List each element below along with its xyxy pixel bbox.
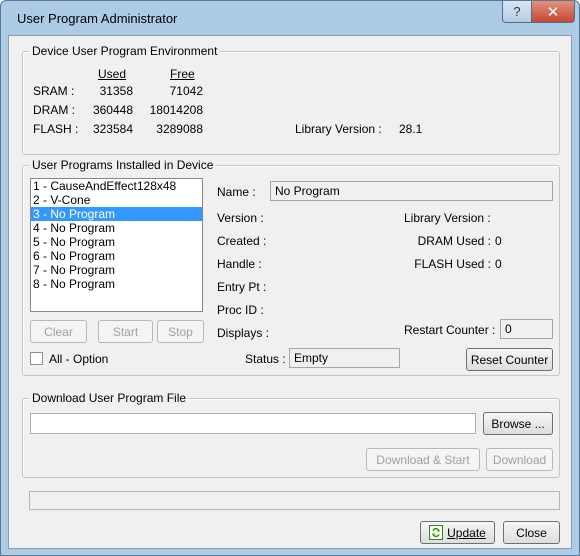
update-button[interactable]: Update: [420, 521, 495, 544]
reset-counter-button[interactable]: Reset Counter: [466, 348, 553, 371]
env-library-version-value: 28.1: [399, 122, 423, 136]
download-legend: Download User Program File: [29, 391, 190, 405]
program-library-version-label: Library Version :: [404, 211, 491, 225]
flash-label: FLASH :: [33, 122, 79, 136]
program-list-item[interactable]: 8 - No Program: [31, 277, 202, 291]
file-path-input[interactable]: [30, 413, 476, 434]
flash-used-value: 323584: [92, 122, 133, 136]
flash-used-label: FLASH Used :: [414, 257, 491, 271]
dialog-client-area: Device User Program Environment Used Fre…: [8, 35, 572, 549]
stop-button[interactable]: Stop: [157, 320, 204, 343]
dialog-window: User Program Administrator ? ✕ Device Us…: [0, 0, 580, 556]
clear-button[interactable]: Clear: [30, 320, 87, 343]
update-refresh-icon: [429, 525, 444, 540]
download-group: Download User Program File Browse ... Do…: [22, 391, 560, 478]
sram-used-value: 31358: [99, 84, 133, 98]
all-option-label: All - Option: [49, 352, 109, 366]
close-icon: ✕: [546, 3, 560, 21]
help-icon: ?: [513, 4, 521, 19]
program-list-item[interactable]: 2 - V-Cone: [31, 193, 202, 207]
env-library-version-label: Library Version :: [295, 122, 382, 136]
window-title: User Program Administrator: [17, 11, 178, 26]
dram-label: DRAM :: [33, 103, 75, 117]
flash-free-value: 3289088: [156, 122, 203, 136]
dram-used-value: 360448: [92, 103, 133, 117]
restart-counter-label: Restart Counter :: [404, 323, 496, 337]
name-field: No Program: [270, 181, 553, 201]
program-list-item[interactable]: 4 - No Program: [31, 221, 202, 235]
environment-group: Device User Program Environment Used Fre…: [22, 44, 560, 155]
all-option-checkbox[interactable]: [30, 352, 43, 365]
dram-free-value: 18014208: [149, 103, 203, 117]
flash-used-value: 0: [495, 257, 502, 271]
status-bar: [29, 491, 560, 510]
browse-button[interactable]: Browse ...: [483, 412, 553, 435]
program-list-item[interactable]: 6 - No Program: [31, 249, 202, 263]
download-and-start-button[interactable]: Download & Start: [366, 448, 480, 471]
used-column-header: Used: [98, 67, 127, 81]
program-list-item[interactable]: 7 - No Program: [31, 263, 202, 277]
program-list-item-selected[interactable]: 3 - No Program: [31, 207, 202, 221]
name-label: Name :: [217, 185, 256, 199]
sram-label: SRAM :: [33, 84, 75, 98]
displays-label: Displays :: [217, 326, 270, 340]
version-label: Version :: [217, 211, 264, 225]
environment-legend: Device User Program Environment: [29, 44, 221, 58]
update-button-label: Update: [447, 525, 486, 540]
restart-counter-field: 0: [500, 319, 553, 339]
dram-used-label: DRAM Used :: [417, 234, 491, 248]
handle-label: Handle :: [217, 257, 262, 271]
proc-id-label: Proc ID :: [217, 303, 264, 317]
window-close-button[interactable]: ✕: [531, 1, 575, 23]
title-bar[interactable]: User Program Administrator ? ✕: [1, 1, 579, 35]
status-label: Status :: [245, 352, 286, 366]
created-label: Created :: [217, 234, 267, 248]
download-button[interactable]: Download: [486, 448, 553, 471]
start-button[interactable]: Start: [98, 320, 153, 343]
installed-programs-group: User Programs Installed in Device 1 - Ca…: [22, 158, 560, 376]
sram-free-value: 71042: [169, 84, 203, 98]
entry-pt-label: Entry Pt :: [217, 280, 267, 294]
free-column-header: Free: [170, 67, 195, 81]
program-list-item[interactable]: 1 - CauseAndEffect128x48: [31, 179, 202, 193]
help-button[interactable]: ?: [502, 1, 532, 23]
close-button[interactable]: Close: [503, 521, 560, 544]
installed-programs-legend: User Programs Installed in Device: [29, 158, 217, 172]
program-list[interactable]: 1 - CauseAndEffect128x48 2 - V-Cone 3 - …: [30, 178, 203, 312]
status-field: Empty: [289, 348, 400, 368]
program-list-item[interactable]: 5 - No Program: [31, 235, 202, 249]
dram-used-value: 0: [495, 234, 502, 248]
